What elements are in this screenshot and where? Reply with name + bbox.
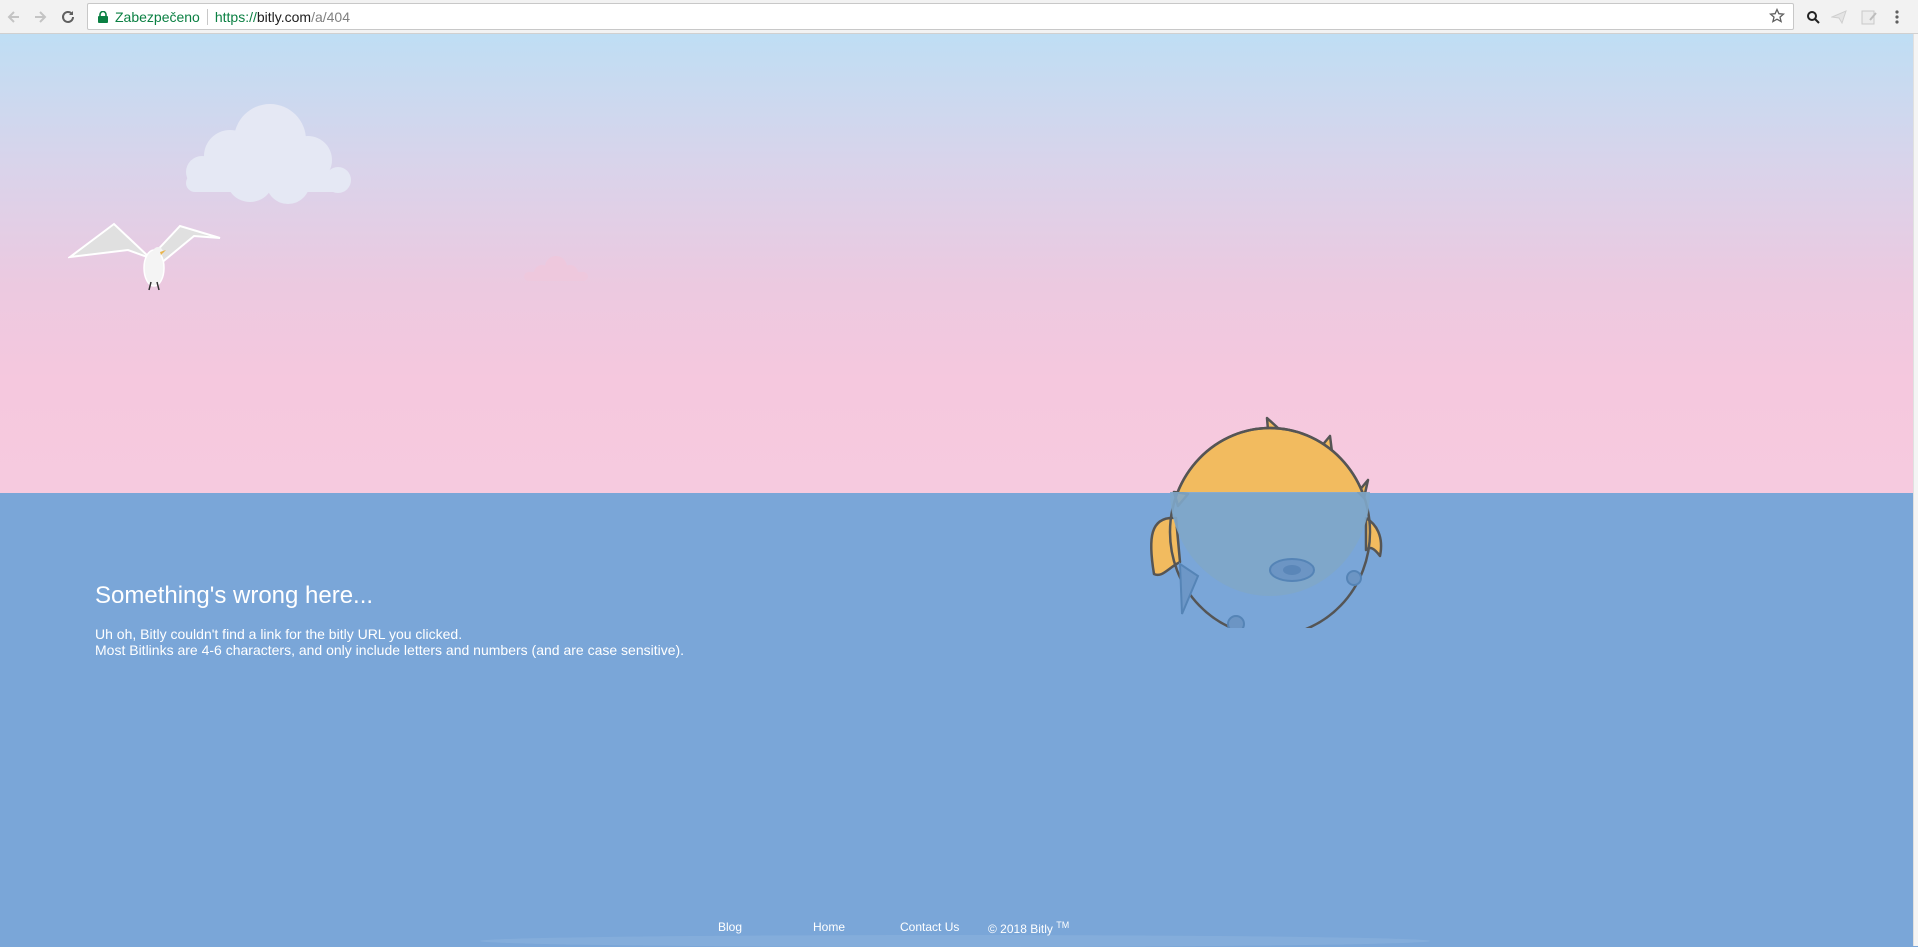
small-cloud-illustration [524,256,588,281]
sea-background [0,493,1914,946]
error-headline: Something's wrong here... [95,582,374,609]
url-text: https://bitly.com/a/404 [214,8,351,25]
address-bar[interactable]: Zabezpečeno https://bitly.com/a/404 [87,3,1794,30]
browser-toolbar: Zabezpečeno https://bitly.com/a/404 [0,0,1918,34]
menu-icon[interactable] [1886,6,1908,28]
pufferfish-illustration [1149,416,1383,628]
reload-icon[interactable] [56,5,80,29]
search-extension-icon[interactable] [1802,6,1824,28]
bookmark-star-icon[interactable] [1768,7,1786,27]
error-line-1: Uh oh, Bitly couldn't find a link for th… [95,626,463,642]
lock-icon [96,10,110,24]
footer-link-home[interactable]: Home [813,920,845,934]
error-description: Uh oh, Bitly couldn't find a link for th… [95,626,684,658]
back-icon[interactable] [2,5,26,29]
scrollbar[interactable] [1913,34,1918,946]
seagull-illustration [68,222,221,291]
send-extension-icon[interactable] [1828,6,1850,28]
trademark: TM [1056,920,1070,930]
footer-shadow [480,935,1430,947]
page-content: Something's wrong here... Uh oh, Bitly c… [0,34,1914,946]
footer: Blog Home Contact Us © 2018 Bitly TM [0,915,1914,936]
copyright: © 2018 Bitly TM [988,920,1070,936]
security-label: Zabezpečeno [115,8,200,25]
footer-link-blog[interactable]: Blog [718,920,742,934]
footer-link-contact[interactable]: Contact Us [900,920,959,934]
divider [206,8,208,25]
note-extension-icon[interactable] [1858,6,1880,28]
forward-icon[interactable] [28,5,52,29]
error-line-2: Most Bitlinks are 4-6 characters, and on… [95,642,685,658]
